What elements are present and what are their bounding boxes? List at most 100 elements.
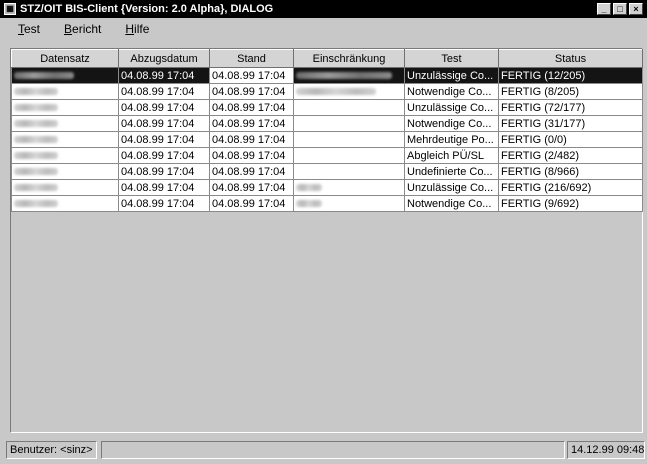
status-bar: Benutzer: <sinz> 14.12.99 09:48	[0, 439, 647, 462]
cell-stand: 04.08.99 17:04	[209, 195, 294, 212]
table-row[interactable]: 04.08.99 17:04 04.08.99 17:04 Undefinierte…	[11, 163, 643, 180]
results-table: Datensatz Abzugsdatum Stand Einschränkun…	[11, 49, 643, 212]
cell-test: Undefinierte Co...	[404, 163, 499, 180]
cell-abzugsdatum: 04.08.99 17:04	[118, 163, 210, 180]
column-header-stand[interactable]: Stand	[209, 49, 294, 68]
redacted-text	[14, 72, 74, 80]
redacted-text	[14, 120, 58, 128]
cell-einschraenkung	[293, 179, 405, 196]
app-menu-icon[interactable]: ▦	[4, 3, 16, 15]
cell-status: FERTIG (31/177)	[498, 115, 643, 132]
cell-status: FERTIG (0/0)	[498, 131, 643, 148]
status-user: Benutzer: <sinz>	[6, 441, 97, 459]
cell-status: FERTIG (8/205)	[498, 83, 643, 100]
redacted-text	[14, 88, 58, 96]
cell-status: FERTIG (12/205)	[498, 67, 643, 84]
cell-abzugsdatum: 04.08.99 17:04	[118, 115, 210, 132]
cell-abzugsdatum: 04.08.99 17:04	[118, 99, 210, 116]
redacted-text	[14, 168, 58, 176]
menu-accelerator: T	[18, 22, 24, 36]
cell-status: FERTIG (8/966)	[498, 163, 643, 180]
cell-test: Notwendige Co...	[404, 83, 499, 100]
title-bar[interactable]: ▦ STZ/OIT BIS-Client {Version: 2.0 Alpha…	[0, 0, 647, 18]
cell-datensatz	[11, 131, 119, 148]
table-row[interactable]: 04.08.99 17:04 04.08.99 17:04 Notwendige C…	[11, 83, 643, 100]
cell-abzugsdatum: 04.08.99 17:04	[118, 147, 210, 164]
redacted-text	[14, 200, 58, 208]
cell-abzugsdatum: 04.08.99 17:04	[118, 67, 210, 84]
cell-status: FERTIG (216/692)	[498, 179, 643, 196]
cell-einschraenkung	[293, 195, 405, 212]
table-row[interactable]: 04.08.99 17:04 04.08.99 17:04 Unzulässige …	[11, 99, 643, 116]
redacted-text	[14, 152, 58, 160]
maximize-button[interactable]: □	[613, 3, 627, 15]
window-title: STZ/OIT BIS-Client {Version: 2.0 Alpha},…	[20, 3, 274, 15]
cell-test: Unzulässige Co...	[404, 99, 499, 116]
cell-stand: 04.08.99 17:04	[209, 99, 294, 116]
cell-datensatz	[11, 83, 119, 100]
status-datetime: 14.12.99 09:48	[567, 441, 645, 459]
redacted-text	[296, 184, 322, 192]
column-header-status[interactable]: Status	[498, 49, 643, 68]
cell-test: Notwendige Co...	[404, 115, 499, 132]
cell-datensatz	[11, 147, 119, 164]
redacted-text	[296, 200, 322, 208]
cell-stand: 04.08.99 17:04	[209, 179, 294, 196]
table-row[interactable]: 04.08.99 17:04 04.08.99 17:04 Unzulässige …	[11, 179, 643, 196]
cell-einschraenkung	[293, 67, 405, 84]
redacted-text	[14, 136, 58, 144]
cell-test: Abgleich PÜ/SL	[404, 147, 499, 164]
minimize-button[interactable]: _	[597, 3, 611, 15]
cell-datensatz	[11, 67, 119, 84]
cell-datensatz	[11, 179, 119, 196]
cell-stand: 04.08.99 17:04	[209, 83, 294, 100]
cell-einschraenkung	[293, 115, 405, 132]
cell-abzugsdatum: 04.08.99 17:04	[118, 131, 210, 148]
cell-einschraenkung	[293, 83, 405, 100]
menu-hilfe[interactable]: Hilfe	[115, 22, 159, 36]
results-table-panel: Datensatz Abzugsdatum Stand Einschränkun…	[10, 48, 643, 433]
cell-status: FERTIG (72/177)	[498, 99, 643, 116]
cell-stand: 04.08.99 17:04	[209, 67, 294, 84]
cell-abzugsdatum: 04.08.99 17:04	[118, 83, 210, 100]
close-button[interactable]: ×	[629, 3, 643, 15]
column-header-abzugsdatum[interactable]: Abzugsdatum	[118, 49, 210, 68]
cell-datensatz	[11, 163, 119, 180]
cell-einschraenkung	[293, 99, 405, 116]
menu-bar: Test Bericht Hilfe	[0, 18, 647, 40]
cell-einschraenkung	[293, 131, 405, 148]
menu-test[interactable]: Test	[8, 22, 50, 36]
table-row[interactable]: 04.08.99 17:04 04.08.99 17:04 Mehrdeutige …	[11, 131, 643, 148]
cell-test: Notwendige Co...	[404, 195, 499, 212]
redacted-text	[14, 104, 58, 112]
table-row[interactable]: 04.08.99 17:04 04.08.99 17:04 Abgleich PÜ/…	[11, 147, 643, 164]
menu-bericht[interactable]: Bericht	[54, 22, 111, 36]
cell-stand: 04.08.99 17:04	[209, 163, 294, 180]
cell-datensatz	[11, 99, 119, 116]
status-message	[101, 441, 565, 459]
column-header-datensatz[interactable]: Datensatz	[11, 49, 119, 68]
cell-test: Mehrdeutige Po...	[404, 131, 499, 148]
menu-accelerator: H	[125, 22, 135, 36]
cell-stand: 04.08.99 17:04	[209, 115, 294, 132]
cell-abzugsdatum: 04.08.99 17:04	[118, 195, 210, 212]
app-window: ▦ STZ/OIT BIS-Client {Version: 2.0 Alpha…	[0, 0, 647, 464]
table-body: 04.08.99 17:04 04.08.99 17:04 Unzulässige …	[11, 67, 643, 212]
redacted-text	[296, 72, 392, 80]
cell-einschraenkung	[293, 163, 405, 180]
menu-accelerator: B	[64, 22, 73, 36]
cell-abzugsdatum: 04.08.99 17:04	[118, 179, 210, 196]
cell-stand: 04.08.99 17:04	[209, 131, 294, 148]
table-row[interactable]: 04.08.99 17:04 04.08.99 17:04 Notwendige C…	[11, 195, 643, 212]
column-header-einschraenkung[interactable]: Einschränkung	[293, 49, 405, 68]
cell-einschraenkung	[293, 147, 405, 164]
table-row[interactable]: 04.08.99 17:04 04.08.99 17:04 Notwendige C…	[11, 115, 643, 132]
cell-stand: 04.08.99 17:04	[209, 147, 294, 164]
cell-datensatz	[11, 195, 119, 212]
redacted-text	[14, 184, 58, 192]
column-header-test[interactable]: Test	[404, 49, 499, 68]
cell-status: FERTIG (2/482)	[498, 147, 643, 164]
table-row[interactable]: 04.08.99 17:04 04.08.99 17:04 Unzulässige …	[11, 67, 643, 84]
cell-test: Unzulässige Co...	[404, 179, 499, 196]
cell-status: FERTIG (9/692)	[498, 195, 643, 212]
